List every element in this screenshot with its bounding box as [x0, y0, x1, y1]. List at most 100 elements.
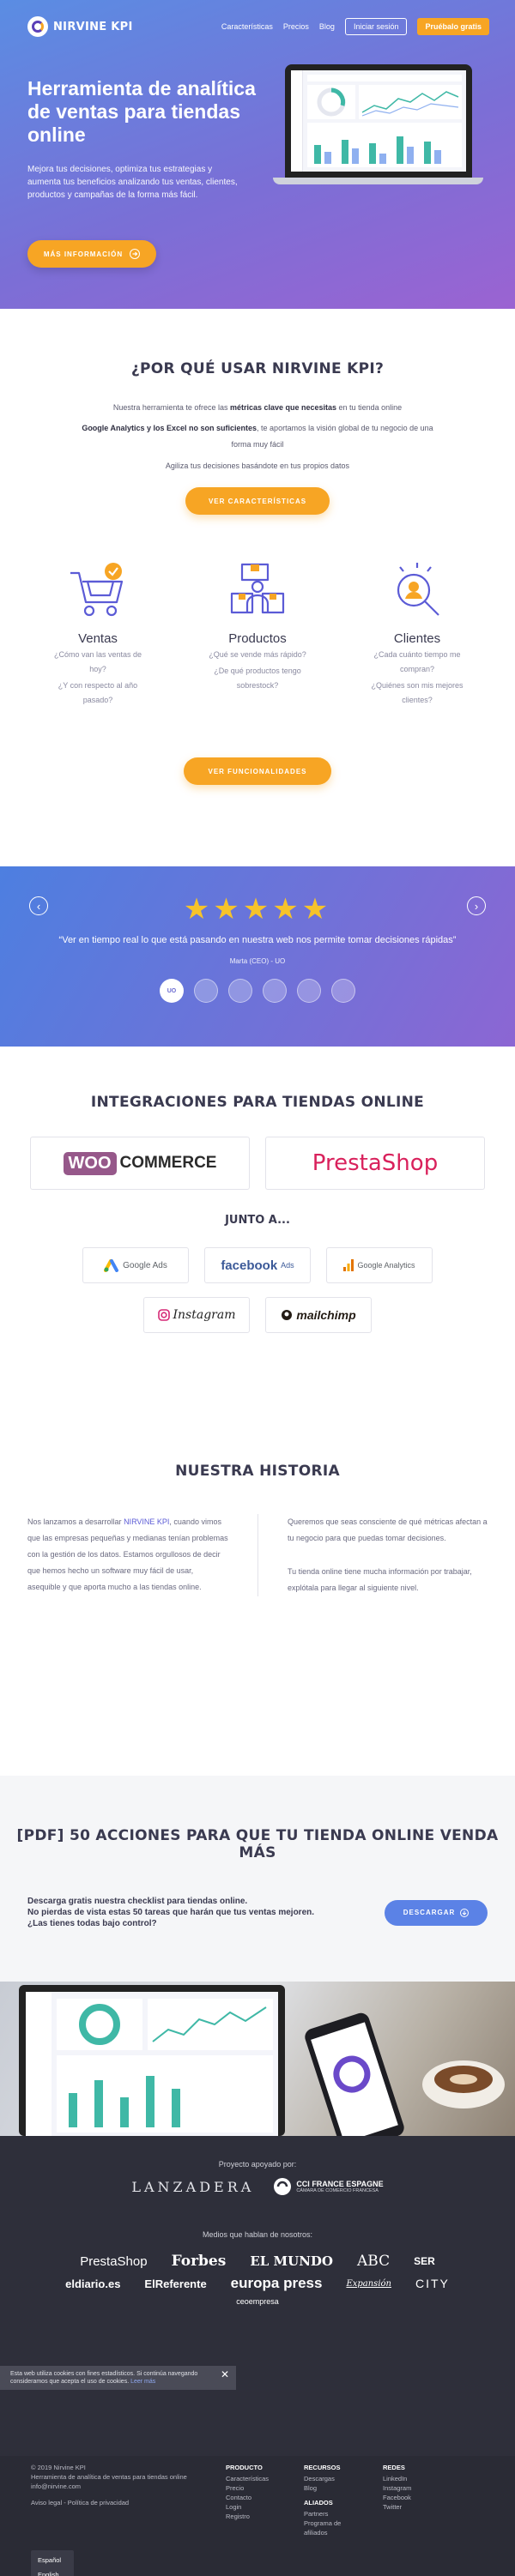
footer-link[interactable]: Twitter: [383, 2502, 411, 2512]
feature-ventas-q2: ¿Y con respecto al año pasado?: [58, 681, 138, 704]
free-trial-button[interactable]: Pruébalo gratis: [417, 18, 489, 35]
media-prestashop: PrestaShop: [80, 2253, 148, 2269]
slider-dot[interactable]: [297, 979, 321, 1003]
support-title: Proyecto apoyado por:: [218, 2160, 297, 2169]
woocommerce-logo[interactable]: WOO COMMERCE: [30, 1137, 250, 1190]
integrations-title: INTEGRACIONES PARA TIENDAS ONLINE: [90, 1094, 425, 1111]
slider-dot[interactable]: [228, 979, 252, 1003]
language-selector[interactable]: Español English: [31, 2550, 74, 2576]
cookie-read-more-link[interactable]: Leer más: [130, 2379, 155, 2385]
facebook-ads-logo[interactable]: facebook Ads: [204, 1247, 311, 1283]
history-right-text: Queremos que seas consciente de qué métr…: [258, 1514, 488, 1596]
partner-logos-row-1: Google Ads facebook Ads Google Analytics: [0, 1247, 515, 1283]
history-title: NUESTRA HISTORIA: [175, 1463, 340, 1480]
feature-columns: Ventas ¿Cómo van las ventas de hoy? ¿Y c…: [34, 559, 481, 708]
media-elreferente: ElReferente: [144, 2277, 207, 2290]
footer-link[interactable]: Descargas: [304, 2474, 355, 2483]
footer-link[interactable]: Programa de afiliados: [304, 2519, 355, 2537]
media-forbes: Forbes: [171, 2253, 227, 2270]
feature-productos-q1: ¿Qué se vende más rápido?: [209, 650, 306, 659]
feature-clientes-title: Clientes: [393, 631, 441, 646]
pdf-description: Descarga gratis nuestra checklist para t…: [27, 1897, 315, 1928]
partner-logos-row-2: Instagram mailchimp: [0, 1297, 515, 1333]
feature-productos-title: Productos: [228, 631, 287, 646]
footer-legal-links[interactable]: Aviso legal - Política de privacidad: [31, 2498, 203, 2507]
see-functionalities-button[interactable]: VER FUNCIONALIDADES: [184, 757, 331, 785]
prestashop-logo[interactable]: PrestaShop: [265, 1137, 485, 1190]
feature-clientes: Clientes ¿Cada cuánto tiempo me compran?…: [366, 559, 469, 708]
media-ser: SER: [414, 2255, 435, 2267]
testimonial-slider: ‹ › ★★★★★ “Ver en tiempo real lo que est…: [0, 866, 515, 1047]
google-analytics-icon: [343, 1259, 354, 1271]
pdf-download-section: [PDF] 50 ACCIONES PARA QUE TU TIENDA ONL…: [0, 1776, 515, 1982]
lang-es[interactable]: Español: [38, 2553, 67, 2567]
footer-link[interactable]: Registro: [226, 2512, 269, 2521]
google-ads-icon: [104, 1259, 119, 1272]
footer-link[interactable]: Blog: [304, 2483, 355, 2493]
mailchimp-icon: [282, 1310, 293, 1320]
feature-ventas-q1: ¿Cómo van las ventas de hoy?: [53, 650, 142, 673]
logo-icon: [27, 16, 48, 37]
nav-link-caracteristicas[interactable]: Características: [221, 22, 273, 31]
brand-logo[interactable]: NIRVINE KPI: [27, 16, 133, 37]
media-expansion: Expansión: [346, 2278, 391, 2289]
footer-producto: PRODUCTO Características Precio Contacto…: [226, 2464, 270, 2521]
why-section: ¿POR QUÉ USAR NIRVINE KPI? Nuestra herra…: [0, 309, 515, 866]
download-button[interactable]: DESCARGAR: [385, 1899, 488, 1926]
login-button[interactable]: Iniciar sesión: [344, 18, 408, 35]
footer-link[interactable]: Instagram: [383, 2483, 411, 2493]
google-analytics-logo[interactable]: Google Analytics: [326, 1247, 433, 1283]
media-city: CITY: [415, 2277, 450, 2290]
slider-dot[interactable]: [263, 979, 287, 1003]
google-ads-logo[interactable]: Google Ads: [82, 1247, 189, 1283]
support-logos: LANZADERA CCI FRANCE ESPAGNE CÁMARA DE CO…: [0, 2177, 515, 2196]
clients-search-icon: [397, 563, 439, 616]
footer-link[interactable]: LinkedIn: [383, 2474, 411, 2483]
feature-productos: Productos ¿Qué se vende más rápido? ¿De …: [206, 559, 309, 708]
cookie-text: Esta web utiliza cookies con fines estad…: [10, 2371, 198, 2385]
nav-links: Características Precios Blog Iniciar ses…: [221, 18, 489, 35]
next-arrow-icon[interactable]: ›: [467, 896, 486, 915]
slider-dot[interactable]: [194, 979, 218, 1003]
close-icon[interactable]: ✕: [221, 2369, 229, 2380]
more-info-button[interactable]: MÁS INFORMACIÓN: [27, 240, 156, 268]
integrations-section: INTEGRACIONES PARA TIENDAS ONLINE WOO CO…: [0, 1047, 515, 1428]
footer-link[interactable]: Facebook: [383, 2493, 411, 2502]
lang-en[interactable]: English: [38, 2567, 67, 2576]
hero-title: Herramienta de analítica de ventas para …: [27, 77, 256, 146]
photo-illustration: [19, 1985, 505, 2136]
junto-a-title: JUNTO A...: [225, 1214, 290, 1227]
pdf-row: Descarga gratis nuestra checklist para t…: [27, 1896, 488, 1929]
footer-link[interactable]: Partners: [304, 2509, 355, 2519]
why-paragraph-1: Nuestra herramienta te ofrece las métric…: [112, 403, 403, 412]
prev-arrow-icon[interactable]: ‹: [29, 896, 48, 915]
footer-email[interactable]: info@nirvine.com: [31, 2482, 203, 2491]
nav-link-precios[interactable]: Precios: [283, 22, 309, 31]
nav-link-blog[interactable]: Blog: [319, 22, 335, 31]
footer: © 2019 Nirvine KPI Herramienta de analít…: [0, 2456, 515, 2576]
history-section: NUESTRA HISTORIA Nos lanzamos a desarrol…: [0, 1428, 515, 1776]
mailchimp-logo[interactable]: mailchimp: [265, 1297, 372, 1333]
slider-dot[interactable]: [331, 979, 355, 1003]
media-europa-press: europa press: [230, 2275, 323, 2291]
footer-link[interactable]: Contacto: [226, 2493, 269, 2502]
feature-ventas-title: Ventas: [78, 631, 118, 646]
footer-link[interactable]: Características: [226, 2474, 269, 2483]
history-left-text: Nos lanzamos a desarrollar NIRVINE KPI, …: [27, 1517, 228, 1591]
support-media-section: Proyecto apoyado por: LANZADERA CCI FRAN…: [0, 2136, 515, 2456]
footer-link[interactable]: Login: [226, 2502, 269, 2512]
feature-clientes-q1: ¿Cada cuánto tiempo me compran?: [373, 650, 461, 673]
footer-link[interactable]: Precio: [226, 2483, 269, 2493]
arrow-right-icon: [130, 249, 141, 259]
footer-tagline: Herramienta de analítica de ventas para …: [31, 2473, 187, 2481]
sales-cart-icon: [70, 563, 124, 617]
instagram-logo[interactable]: Instagram: [143, 1297, 250, 1333]
pdf-title: [PDF] 50 ACCIONES PARA QUE TU TIENDA ONL…: [16, 1827, 499, 1861]
slider-dot-uo[interactable]: UO: [160, 979, 184, 1003]
media-abc: ABC: [357, 2253, 391, 2270]
history-columns: Nos lanzamos a desarrollar NIRVINE KPI, …: [27, 1514, 488, 1596]
media-el-mundo: EL MUNDO: [250, 2253, 333, 2269]
media-logos: PrestaShop Forbes EL MUNDO ABC SER eldia…: [52, 2253, 464, 2306]
see-features-button[interactable]: VER CARACTERÍSTICAS: [185, 487, 330, 515]
laptop-phone-photo: [0, 1982, 515, 2136]
